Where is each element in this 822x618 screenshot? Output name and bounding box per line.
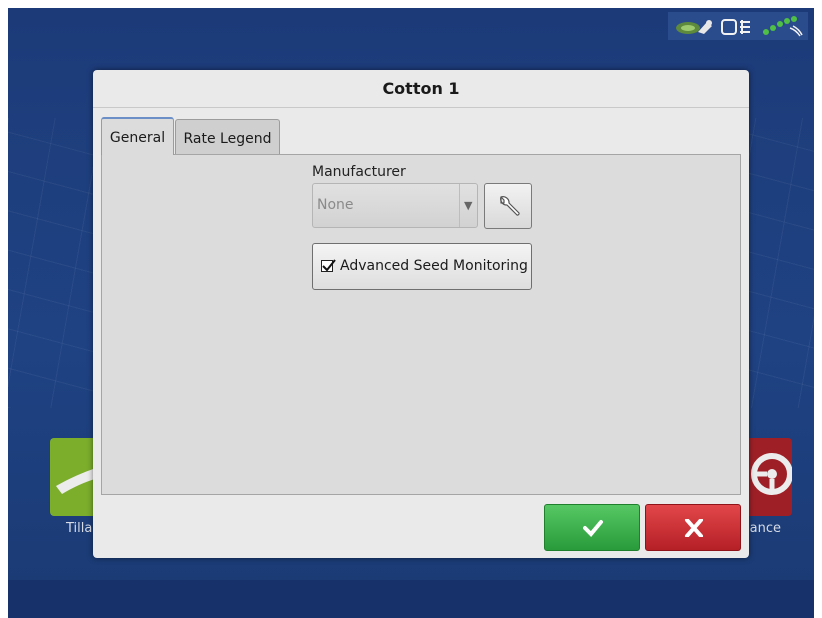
checkmark-icon	[322, 259, 336, 272]
general-tab-panel: Manufacturer None ▼ Advanced Seed Monito…	[101, 154, 741, 495]
manufacturer-setup-button[interactable]	[484, 183, 532, 229]
dropdown-divider	[459, 184, 460, 227]
ok-button[interactable]	[544, 504, 640, 551]
manufacturer-dropdown[interactable]: None ▼	[312, 183, 478, 228]
close-icon	[685, 519, 703, 537]
chevron-down-icon: ▼	[464, 199, 473, 212]
wrench-icon	[500, 196, 520, 216]
advanced-seed-monitoring-toggle[interactable]: Advanced Seed Monitoring	[312, 243, 532, 290]
product-settings-dialog: Cotton 1 General Rate Legend Manufacture…	[93, 70, 749, 558]
manufacturer-label: Manufacturer	[312, 164, 406, 180]
tab-general[interactable]: General	[101, 117, 174, 155]
advanced-seed-monitoring-label: Advanced Seed Monitoring	[340, 258, 528, 274]
cancel-button[interactable]	[645, 504, 741, 551]
dialog-title: Cotton 1	[93, 70, 749, 108]
tillage-app-label: Tilla	[66, 521, 93, 536]
manufacturer-value: None	[317, 197, 354, 213]
checkbox[interactable]	[321, 259, 336, 272]
tab-rate-legend[interactable]: Rate Legend	[175, 119, 280, 155]
gps-signal-icon[interactable]	[760, 14, 804, 38]
display-icon[interactable]	[720, 18, 754, 36]
field-mapping-icon[interactable]	[674, 18, 716, 36]
status-icons	[668, 12, 808, 40]
guidance-app-label: lance	[746, 521, 781, 536]
bottom-bar	[8, 580, 814, 618]
checkmark-icon	[583, 520, 603, 537]
